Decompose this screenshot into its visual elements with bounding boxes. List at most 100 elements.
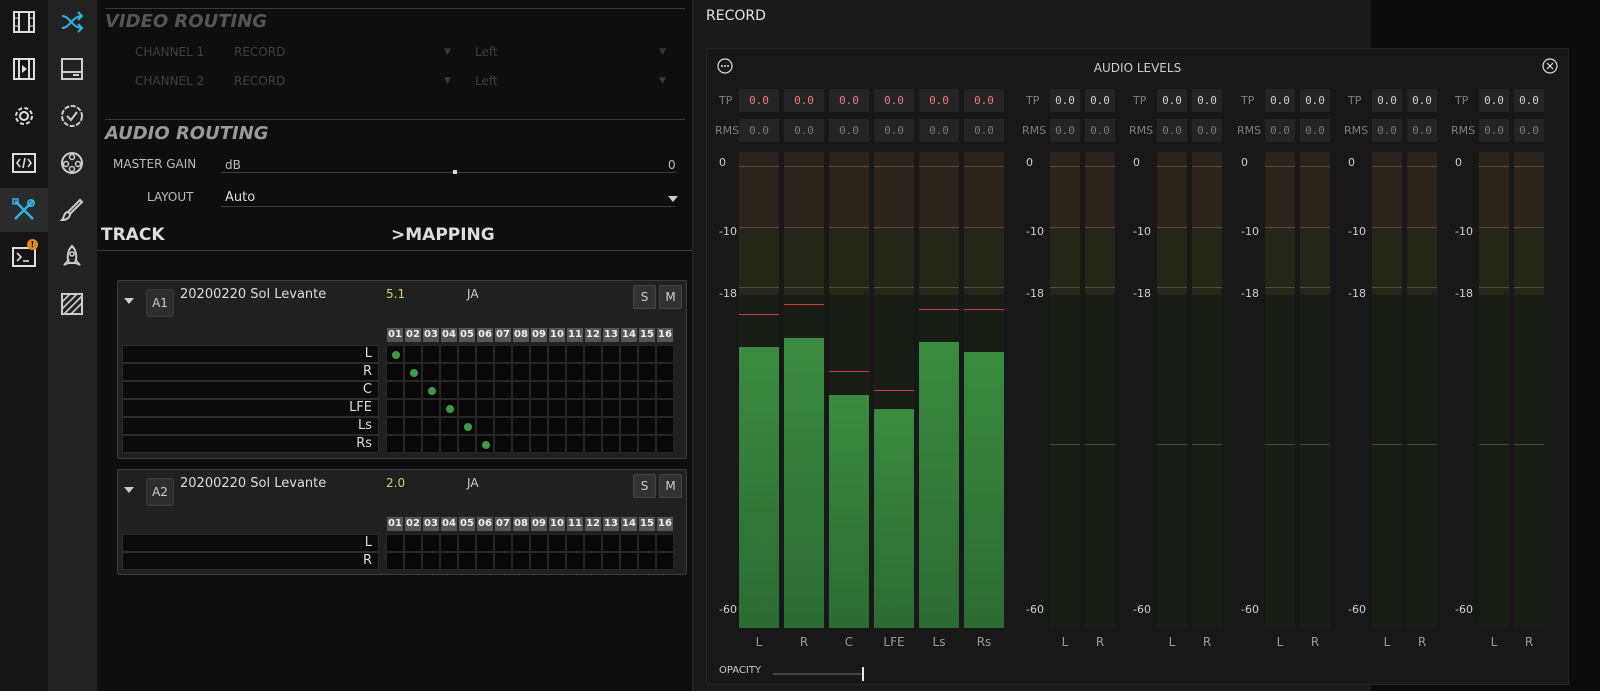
- mapping-cell[interactable]: [584, 363, 602, 381]
- opacity-slider[interactable]: [773, 673, 863, 675]
- collapse-icon[interactable]: [124, 298, 134, 304]
- mapping-cell[interactable]: [548, 552, 566, 570]
- mapping-cell[interactable]: [440, 345, 458, 363]
- mapping-cell[interactable]: [638, 534, 656, 552]
- mapping-cell[interactable]: [458, 534, 476, 552]
- mapping-grid[interactable]: [386, 534, 674, 570]
- channel-1-source-select[interactable]: RECORD: [234, 45, 285, 59]
- mapping-cell[interactable]: [638, 417, 656, 435]
- mapping-cell[interactable]: [386, 417, 404, 435]
- mapping-cell[interactable]: [386, 435, 404, 453]
- mapping-cell[interactable]: [404, 435, 422, 453]
- mapping-cell[interactable]: [584, 534, 602, 552]
- mapping-cell[interactable]: [602, 417, 620, 435]
- mapping-cell[interactable]: [440, 534, 458, 552]
- mapping-cell[interactable]: [512, 345, 530, 363]
- mapping-cell[interactable]: [602, 552, 620, 570]
- mapping-cell[interactable]: [584, 417, 602, 435]
- mapping-cell[interactable]: [620, 345, 638, 363]
- opacity-handle[interactable]: [862, 667, 865, 681]
- mapping-cell[interactable]: [440, 363, 458, 381]
- mute-button[interactable]: M: [659, 285, 682, 309]
- mapping-cell[interactable]: [386, 381, 404, 399]
- console-icon[interactable]: !: [0, 235, 48, 279]
- mapping-cell[interactable]: [494, 534, 512, 552]
- mapping-grid[interactable]: [386, 345, 674, 453]
- panel-icon[interactable]: [48, 47, 96, 91]
- mapping-cell[interactable]: [422, 435, 440, 453]
- mapping-cell[interactable]: [602, 399, 620, 417]
- mapping-cell[interactable]: [494, 417, 512, 435]
- mapping-cell[interactable]: [566, 435, 584, 453]
- mapping-cell[interactable]: [638, 363, 656, 381]
- mapping-cell[interactable]: [566, 345, 584, 363]
- mapping-cell[interactable]: [656, 534, 674, 552]
- layout-select[interactable]: Auto: [225, 190, 255, 205]
- clip-icon[interactable]: [0, 47, 48, 91]
- mapping-cell[interactable]: [566, 534, 584, 552]
- mapping-cell[interactable]: [548, 399, 566, 417]
- mapping-cell[interactable]: [386, 363, 404, 381]
- mapping-cell[interactable]: [656, 417, 674, 435]
- hatch-icon[interactable]: [48, 282, 96, 326]
- mapping-cell-active[interactable]: [458, 417, 476, 435]
- mapping-cell[interactable]: [566, 417, 584, 435]
- mapping-cell[interactable]: [440, 417, 458, 435]
- mapping-cell[interactable]: [512, 363, 530, 381]
- mapping-cell[interactable]: [638, 552, 656, 570]
- mapping-cell[interactable]: [386, 552, 404, 570]
- mapping-cell[interactable]: [548, 417, 566, 435]
- mapping-cell[interactable]: [440, 381, 458, 399]
- mapping-cell[interactable]: [476, 534, 494, 552]
- mapping-cell[interactable]: [566, 381, 584, 399]
- mapping-cell[interactable]: [422, 552, 440, 570]
- mapping-cell[interactable]: [530, 381, 548, 399]
- mapping-cell[interactable]: [476, 399, 494, 417]
- mapping-cell[interactable]: [548, 435, 566, 453]
- mapping-cell[interactable]: [620, 534, 638, 552]
- mapping-cell[interactable]: [584, 435, 602, 453]
- rocket-icon[interactable]: [48, 235, 96, 279]
- mapping-cell[interactable]: [404, 552, 422, 570]
- channel-2-side-select[interactable]: Left: [475, 74, 498, 88]
- mapping-cell[interactable]: [494, 363, 512, 381]
- mapping-cell-active[interactable]: [386, 345, 404, 363]
- mapping-cell[interactable]: [638, 345, 656, 363]
- mapping-cell[interactable]: [548, 381, 566, 399]
- mapping-cell[interactable]: [494, 552, 512, 570]
- mapping-cell[interactable]: [548, 363, 566, 381]
- mapping-cell[interactable]: [494, 399, 512, 417]
- mapping-cell[interactable]: [656, 381, 674, 399]
- mapping-cell[interactable]: [620, 435, 638, 453]
- mapping-cell-active[interactable]: [440, 399, 458, 417]
- mapping-cell[interactable]: [440, 552, 458, 570]
- mapping-cell-active[interactable]: [476, 435, 494, 453]
- mapping-cell-active[interactable]: [422, 381, 440, 399]
- mapping-cell[interactable]: [584, 345, 602, 363]
- mapping-cell[interactable]: [602, 345, 620, 363]
- mapping-cell[interactable]: [548, 534, 566, 552]
- mapping-cell[interactable]: [530, 345, 548, 363]
- mapping-cell[interactable]: [512, 435, 530, 453]
- collapse-icon[interactable]: [124, 487, 134, 493]
- master-gain-handle[interactable]: [453, 170, 457, 174]
- mapping-cell[interactable]: [458, 552, 476, 570]
- mapping-cell[interactable]: [656, 399, 674, 417]
- mapping-cell[interactable]: [620, 363, 638, 381]
- mapping-cell[interactable]: [512, 399, 530, 417]
- mapping-cell[interactable]: [422, 417, 440, 435]
- mapping-cell[interactable]: [476, 417, 494, 435]
- mapping-cell[interactable]: [476, 363, 494, 381]
- badge-check-icon[interactable]: [48, 94, 96, 138]
- mapping-cell[interactable]: [458, 345, 476, 363]
- mapping-cell[interactable]: [584, 381, 602, 399]
- mapping-cell[interactable]: [476, 381, 494, 399]
- mapping-cell[interactable]: [512, 534, 530, 552]
- mapping-cell[interactable]: [404, 345, 422, 363]
- mapping-cell[interactable]: [494, 381, 512, 399]
- mapping-cell[interactable]: [566, 399, 584, 417]
- mapping-cell[interactable]: [386, 399, 404, 417]
- mapping-cell[interactable]: [584, 552, 602, 570]
- mapping-cell[interactable]: [530, 534, 548, 552]
- mapping-cell[interactable]: [512, 417, 530, 435]
